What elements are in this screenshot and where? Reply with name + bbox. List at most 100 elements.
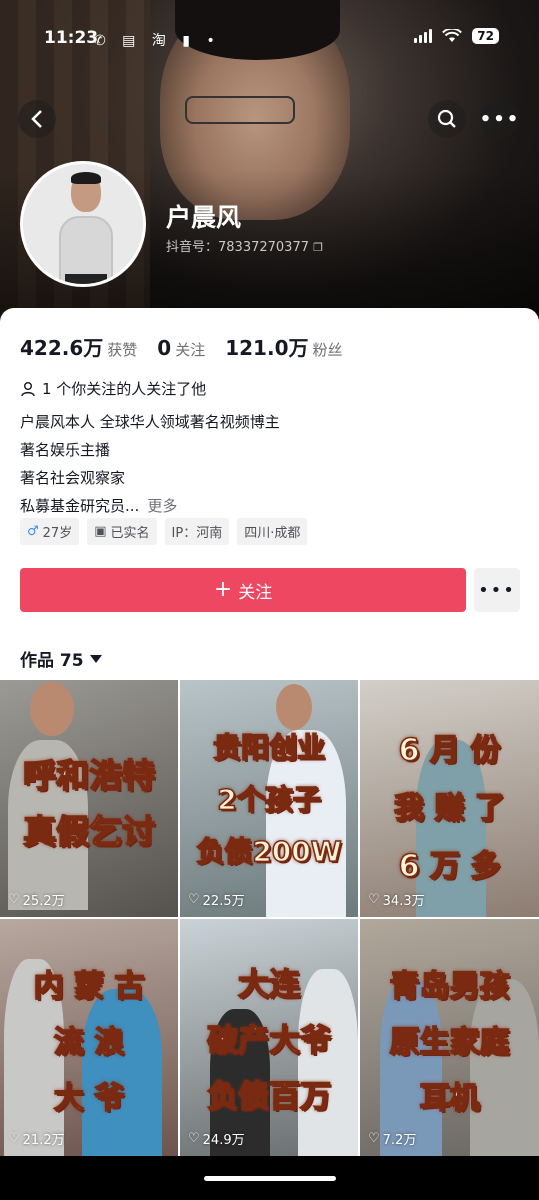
male-icon: ♂ [27,524,39,539]
heart-icon: ♡ [368,1131,380,1146]
tag-ip-text: IP：河南 [171,526,223,541]
video-caption-line: 呼和浩特 [22,755,156,796]
likes-count: 24.9万 [202,1133,245,1148]
stat-likes[interactable]: 422.6万 获赞 [20,332,137,361]
profile-name: 户晨风 [166,203,242,232]
plus-icon: + [213,577,233,602]
bio-line-text: 私募基金研究员... [20,497,140,515]
video-caption-line: 真假乞讨 [22,811,156,852]
search-icon [437,109,456,128]
video-caption-line: 青岛男孩 [389,968,511,1005]
search-button[interactable] [428,100,466,138]
follow-label: 关注 [238,582,273,603]
stat-followers[interactable]: 121.0万 粉丝 [225,332,342,361]
video-caption-line: 原生家庭 [389,1024,511,1061]
heart-icon: ♡ [368,892,380,907]
status-right: 72 [414,28,499,44]
video-caption-line: 负债200W [196,834,343,869]
more-dots-icon: ••• [478,579,516,601]
works-tab[interactable]: 作品 75 [20,646,102,671]
video-likes: ♡ 7.2万 [368,1129,416,1148]
stat-following-value: 0 [157,336,172,360]
profile-card: 422.6万 获赞 0 关注 121.0万 粉丝 1 个你关注的人关注了他 户晨风本人… [0,308,539,680]
tag-location-text: 四川·成都 [244,526,301,541]
video-likes: ♡ 24.9万 [188,1129,245,1148]
video-caption-line: 贵阳创业 [212,730,326,765]
video-likes: ♡ 34.3万 [368,890,425,909]
tag-verified: ▣ 已实名 [87,518,157,545]
likes-count: 7.2万 [382,1133,417,1148]
video-likes: ♡ 22.5万 [188,890,245,909]
heart-icon: ♡ [8,892,20,907]
video-likes: ♡ 21.2万 [8,1129,65,1148]
mutual-text: 1 个你关注的人关注了他 [42,380,207,398]
video-grid: 呼和浩特 真假乞讨 ♡ 25.2万 贵阳创业 2个孩子 负债200W ♡ 22.5万 6 … [0,680,539,1156]
video-caption-line: 6 月 份 [398,732,501,769]
profile-tags: ♂ 27岁 ▣ 已实名 IP：河南 四川·成都 [20,518,308,545]
tag-location: 四川·成都 [237,518,308,545]
video-caption-line: 耳机 [419,1080,481,1117]
profile-stats: 422.6万 获赞 0 关注 121.0万 粉丝 [20,332,343,361]
douyin-id-text: 抖音号：78337270377 [166,240,309,255]
stat-following-label: 关注 [175,341,206,359]
video-tile[interactable]: 呼和浩特真假乞讨 ♡ 25.2万 [0,680,178,917]
bio: 户晨风本人 全球华人领域著名视频博主 著名娱乐主播 著名社会观察家 私募基金研究… [20,408,280,520]
stat-likes-value: 422.6万 [20,336,104,360]
bio-line-last: 私募基金研究员... 更多 [20,492,280,520]
status-time: 11:23 [44,28,99,48]
copy-icon[interactable]: ❐ [313,241,323,254]
bio-line: 著名社会观察家 [20,469,126,487]
signal-icon [414,29,433,43]
video-caption-line: 流 浪 [53,1024,125,1061]
more-options-button[interactable]: ••• [479,100,521,138]
status-bar: 11:23 ✆ ▤ 淘 ▮ • 72 [0,26,539,56]
bio-line: 户晨风本人 全球华人领域著名视频博主 [20,413,280,431]
tag-age: ♂ 27岁 [20,518,80,545]
tag-verified-text: 已实名 [110,526,150,541]
battery-icon: 72 [472,28,499,44]
id-card-icon: ▣ [94,524,107,539]
video-caption-line: 我 赚 了 [393,790,505,827]
stat-followers-value: 121.0万 [225,336,309,360]
wifi-icon [442,29,463,43]
video-tile[interactable]: 贵阳创业 2个孩子负债200W ♡ 22.5万 [180,680,358,917]
stat-followers-label: 粉丝 [312,341,343,359]
home-indicator[interactable] [204,1176,336,1181]
likes-count: 21.2万 [22,1133,65,1148]
video-tile[interactable]: 内 蒙 古流 浪大 爷 ♡ 21.2万 [0,919,178,1156]
video-caption-line: 6 万 多 [398,848,501,885]
follow-button[interactable]: + 关注 [20,568,466,612]
video-caption-line: 2个孩子 [217,782,322,817]
user-icon [21,381,35,396]
tag-ip: IP：河南 [164,518,230,545]
douyin-id[interactable]: 抖音号：78337270377 ❐ [166,236,323,255]
video-likes: ♡ 25.2万 [8,890,65,909]
mutual-follow[interactable]: 1 个你关注的人关注了他 [20,378,206,399]
notification-icons: ✆ ▤ 淘 ▮ • [94,33,221,49]
works-label: 作品 75 [20,651,84,671]
likes-count: 34.3万 [382,894,425,909]
chevron-left-icon [31,110,42,128]
video-caption-line: 破产大爷 [206,1022,332,1060]
likes-count: 22.5万 [202,894,245,909]
back-button[interactable] [18,100,56,138]
heart-icon: ♡ [188,892,200,907]
caret-down-icon [89,654,102,663]
stat-following[interactable]: 0 关注 [157,336,205,360]
avatar[interactable] [20,161,146,287]
heart-icon: ♡ [188,1131,200,1146]
video-caption-line: 大 爷 [53,1080,125,1117]
tag-age-text: 27岁 [42,526,73,541]
video-caption-line: 大连 [237,966,301,1004]
video-tile[interactable]: 青岛男孩原生家庭耳机 ♡ 7.2万 [360,919,539,1156]
video-tile[interactable]: 6 月 份我 赚 了 6 万 多 ♡ 34.3万 [360,680,539,917]
cover-glasses [185,96,295,124]
likes-count: 25.2万 [22,894,65,909]
stat-likes-label: 获赞 [107,341,138,359]
video-tile[interactable]: 大连 破产大爷 负债百万 ♡ 24.9万 [180,919,358,1156]
profile-more-button[interactable]: ••• [474,568,520,612]
bio-line: 著名娱乐主播 [20,441,111,459]
bio-more-link[interactable]: 更多 [147,497,177,515]
heart-icon: ♡ [8,1131,20,1146]
more-icon: ••• [479,108,521,130]
